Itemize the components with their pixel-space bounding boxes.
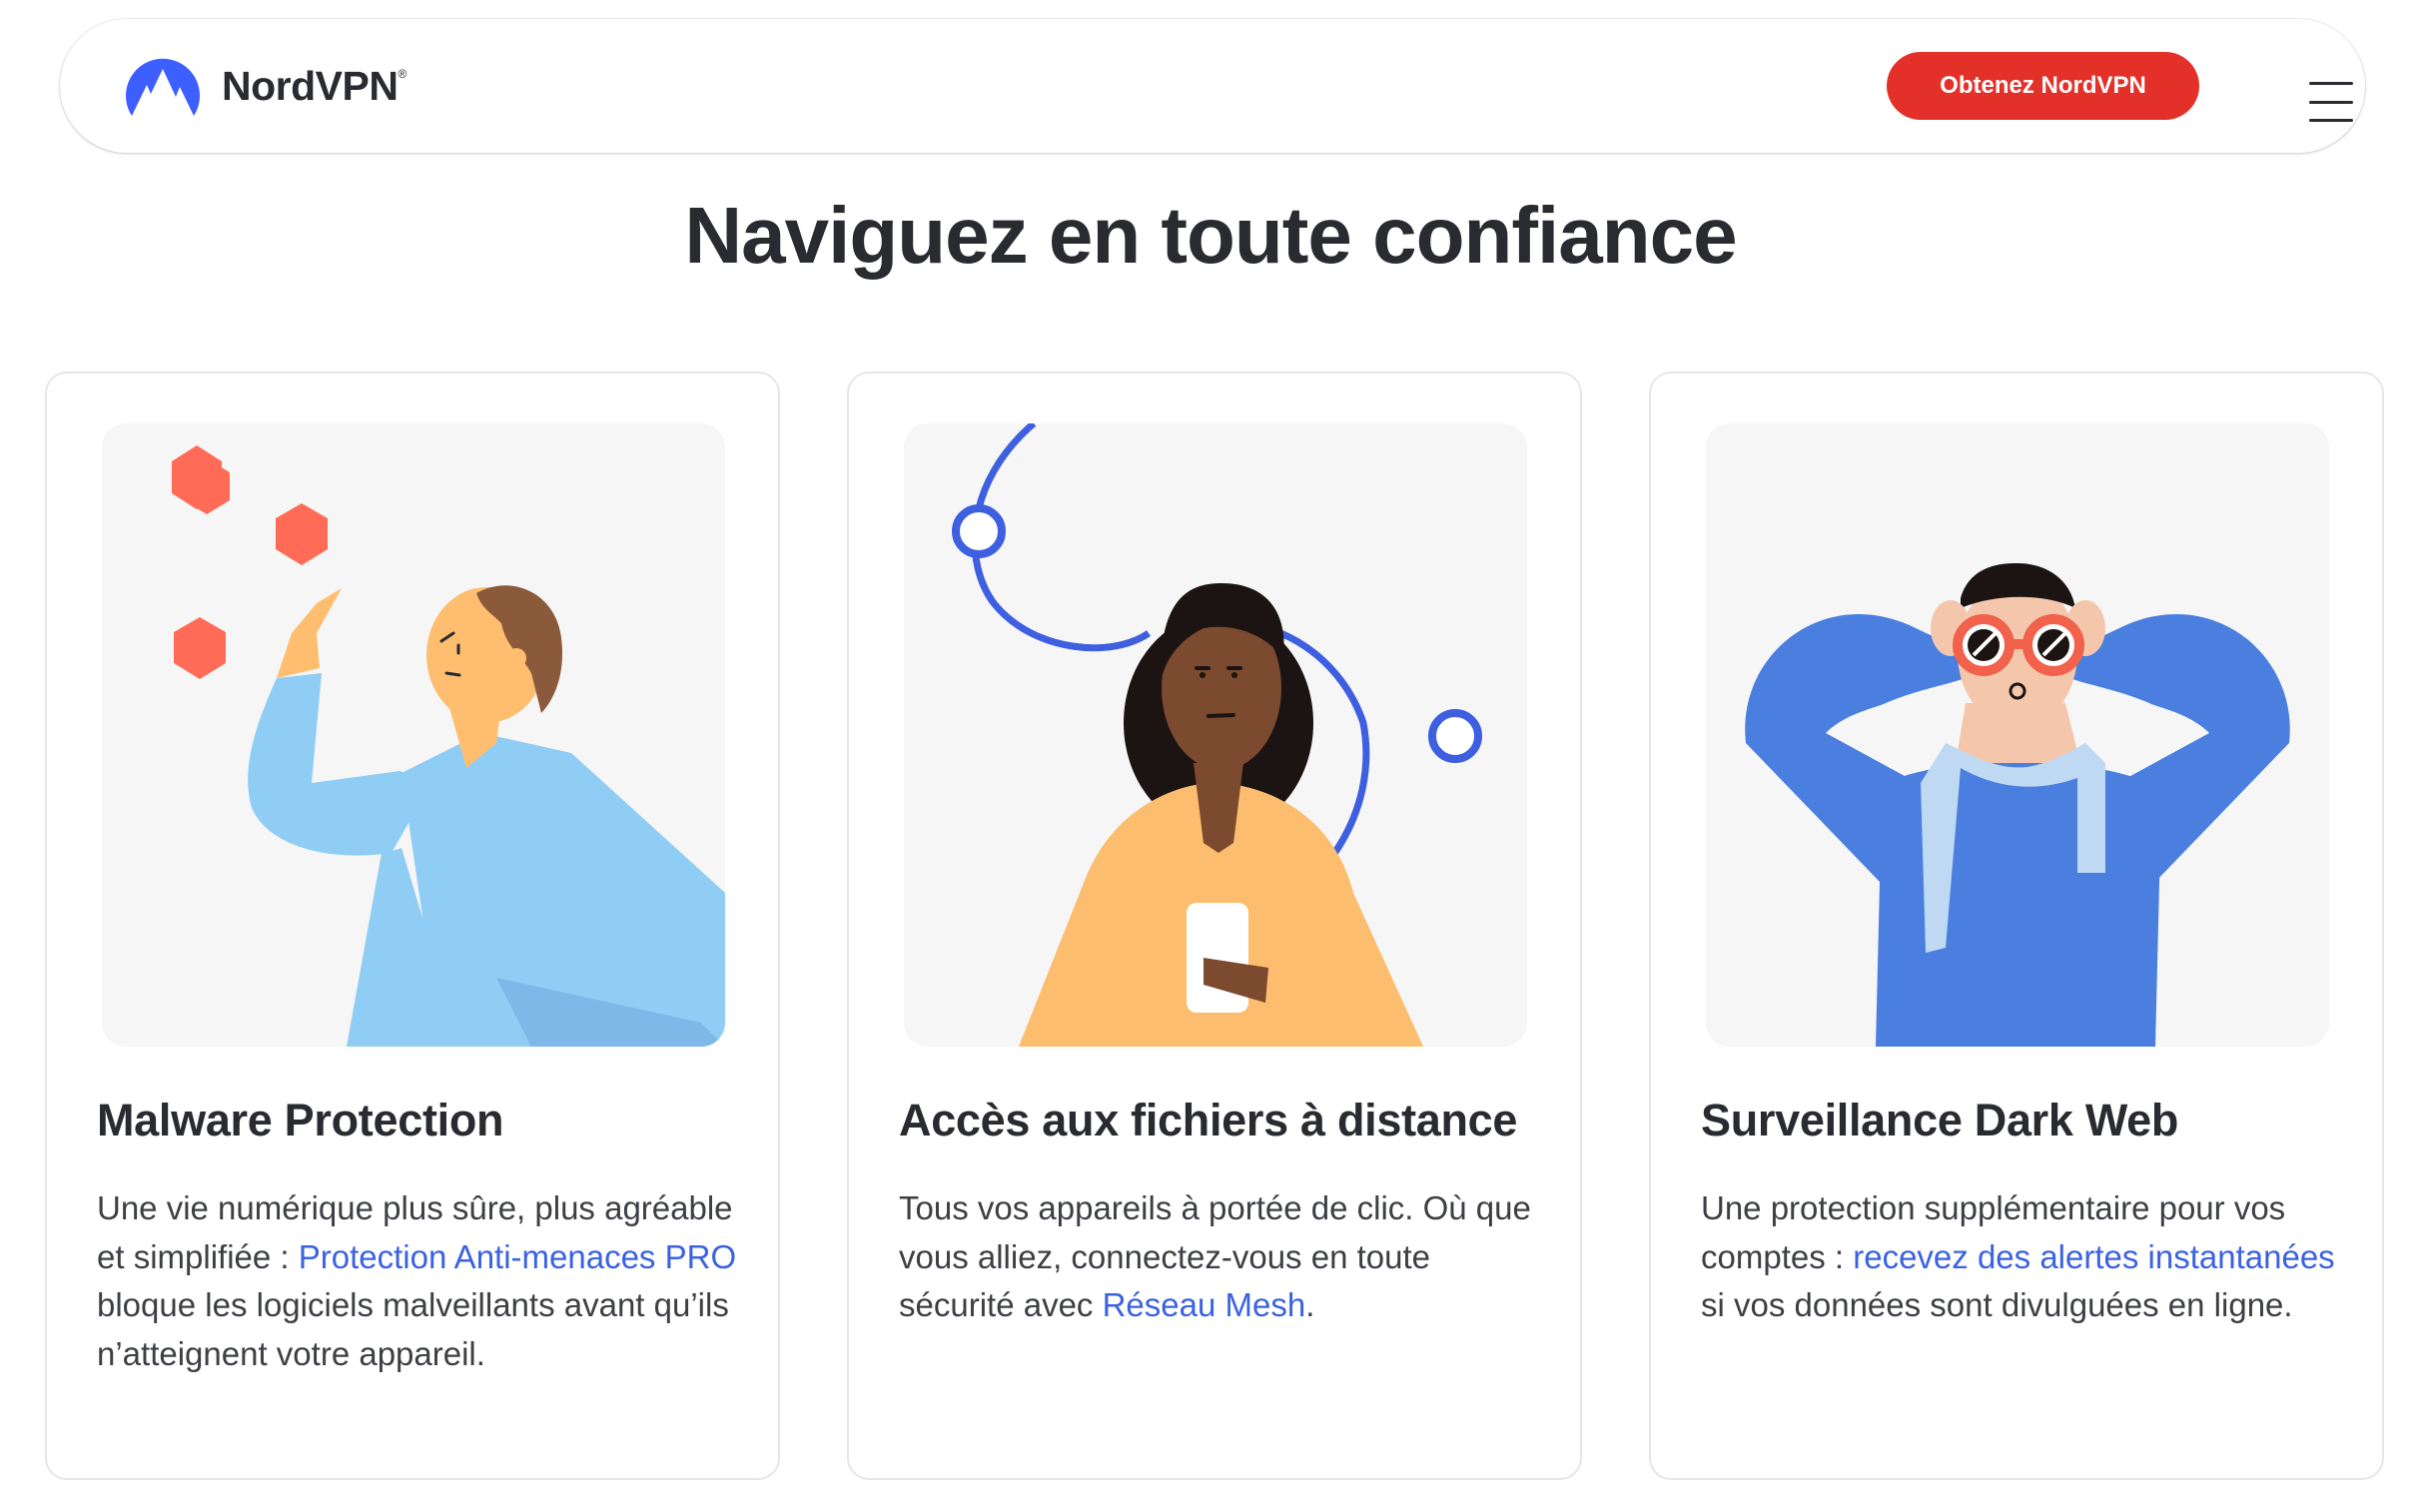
meshnet-link[interactable]: Réseau Mesh xyxy=(1103,1286,1306,1323)
page: NordVPN® Obtenez NordVPN Naviguez en tou… xyxy=(0,0,2421,1512)
card-description: Tous vos appareils à portée de clic. Où … xyxy=(899,1189,1531,1323)
card-description: Une vie numérique plus sûre, plus agréab… xyxy=(97,1189,737,1372)
hamburger-menu-icon[interactable] xyxy=(2309,82,2353,122)
logo-wordmark: NordVPN® xyxy=(222,62,406,109)
feature-card-dark-web-monitor: Surveillance Dark Web Une protection sup… xyxy=(1649,372,2384,1480)
card-title: Surveillance Dark Web xyxy=(1701,1095,2179,1145)
card-description: Une protection supplémentaire pour vos c… xyxy=(1701,1189,2335,1323)
top-navbar: NordVPN® Obtenez NordVPN xyxy=(60,19,2365,153)
woman-with-phone-network-illustration xyxy=(904,423,1527,1047)
card-title: Accès aux fichiers à distance xyxy=(899,1095,1518,1145)
card-title: Malware Protection xyxy=(97,1095,504,1145)
man-blocking-malware-illustration xyxy=(102,423,725,1047)
nordvpn-mountain-icon xyxy=(126,58,200,116)
page-title: Naviguez en toute confiance xyxy=(684,191,1737,280)
instant-alerts-link[interactable]: recevez des alertes instantanées xyxy=(1853,1238,2334,1275)
threat-protection-pro-link[interactable]: Protection Anti-menaces PRO xyxy=(299,1238,736,1275)
person-with-binoculars-illustration xyxy=(1706,423,2329,1047)
feature-card-malware-protection: Malware Protection Une vie numérique plu… xyxy=(45,372,780,1480)
get-nordvpn-button[interactable]: Obtenez NordVPN xyxy=(1887,52,2199,120)
feature-card-remote-file-access: Accès aux fichiers à distance Tous vos a… xyxy=(847,372,1582,1480)
nordvpn-logo[interactable]: NordVPN® xyxy=(124,50,406,122)
